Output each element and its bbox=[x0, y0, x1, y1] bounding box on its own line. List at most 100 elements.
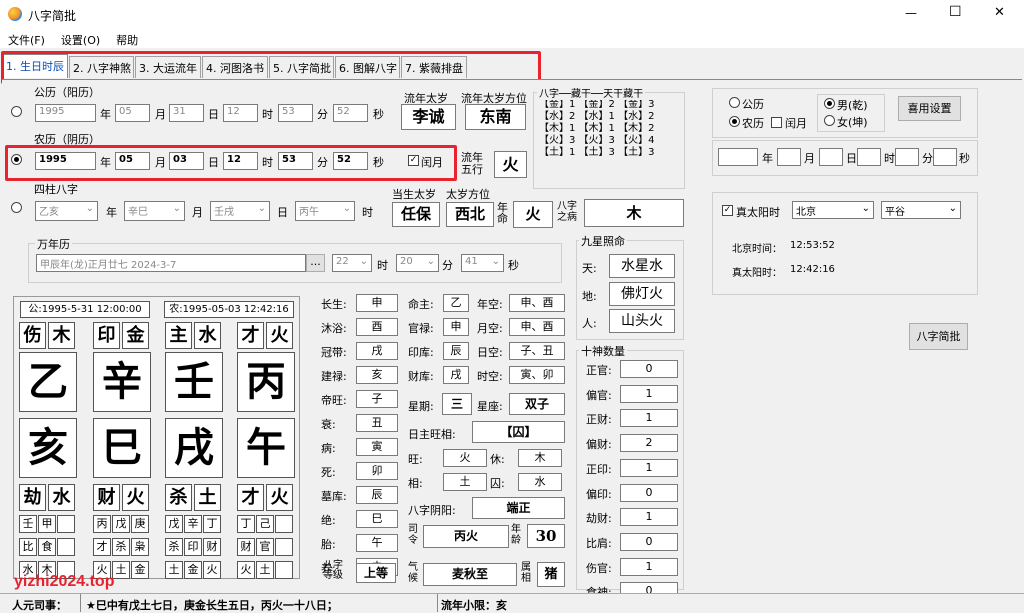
solar-sec[interactable]: 52 bbox=[333, 104, 368, 122]
right-sec[interactable] bbox=[933, 148, 957, 166]
wannian-sec[interactable]: 41 ⌄ bbox=[461, 254, 504, 272]
sizhu-month[interactable]: 辛巳 ⌄ bbox=[124, 201, 185, 221]
lunar-min[interactable]: 53 bbox=[278, 152, 313, 170]
taisui-name: 李诚 bbox=[401, 104, 456, 130]
lunar-month[interactable]: 05 bbox=[115, 152, 150, 170]
wannian-input[interactable]: 甲辰年(龙)正月廿七 2024-3-7 bbox=[36, 254, 306, 272]
changsheng-label-7: 死: bbox=[321, 466, 336, 479]
mid-value-guanlu: 申 bbox=[443, 318, 469, 336]
solar-radio[interactable] bbox=[11, 106, 22, 117]
wannian-min[interactable]: 20 ⌄ bbox=[396, 254, 439, 272]
wannian-hour[interactable]: 22 ⌄ bbox=[332, 254, 372, 272]
tab-shensha[interactable]: 2. 八字神煞 bbox=[69, 56, 134, 78]
mid-label-wang: 旺: bbox=[408, 453, 423, 466]
right-hour[interactable] bbox=[857, 148, 881, 166]
sizhu-day[interactable]: 壬戌 ⌄ bbox=[210, 201, 270, 221]
right-lunar-radio[interactable] bbox=[729, 116, 740, 127]
mid-value-xiu: 木 bbox=[518, 449, 562, 467]
bazi-jianpi-button[interactable]: 八字简批 bbox=[909, 323, 968, 350]
tiangan-2: 壬 bbox=[165, 352, 223, 412]
shishen-bot-1-a: 财 bbox=[93, 484, 120, 511]
tab-birth[interactable]: 1. 生日时辰 bbox=[2, 54, 68, 78]
female-radio[interactable] bbox=[824, 115, 835, 126]
lunar-radio[interactable] bbox=[11, 154, 22, 165]
mid-value-yinku: 辰 bbox=[443, 342, 469, 360]
shishen-top-1-b: 金 bbox=[122, 322, 149, 349]
canggan-cg1-3-0: 丁 bbox=[237, 515, 255, 533]
menu-settings[interactable]: 设置(O) bbox=[53, 30, 108, 48]
shishen-count-value-2: 1 bbox=[620, 409, 678, 428]
mid-label-yinku: 印库: bbox=[408, 346, 434, 359]
male-radio[interactable] bbox=[824, 98, 835, 109]
shishen-bot-1-b: 火 bbox=[122, 484, 149, 511]
changsheng-value-10: 午 bbox=[356, 534, 398, 552]
changsheng-label-0: 长生: bbox=[321, 298, 347, 311]
right-min[interactable] bbox=[895, 148, 919, 166]
lunar-year[interactable]: 1995 bbox=[35, 152, 96, 170]
tab-ziwei[interactable]: 7. 紫薇排盘 bbox=[401, 56, 467, 78]
tab-jianpi[interactable]: 5. 八字简批 bbox=[269, 56, 334, 78]
liunian-wuxing: 火 bbox=[494, 151, 527, 178]
canggan-cg2-0-1: 食 bbox=[38, 538, 56, 556]
right-leap-checkbox[interactable] bbox=[771, 117, 782, 128]
right-day[interactable] bbox=[819, 148, 843, 166]
shishen-count-label-4: 正印: bbox=[586, 462, 612, 476]
right-year[interactable] bbox=[718, 148, 758, 166]
lunar-sec[interactable]: 52 bbox=[333, 152, 368, 170]
minimize-button[interactable]: — bbox=[905, 6, 917, 20]
solar-day[interactable]: 31 bbox=[169, 104, 204, 122]
shishen-count-label-5: 偏印: bbox=[586, 487, 612, 501]
solar-month[interactable]: 05 bbox=[115, 104, 150, 122]
changsheng-value-7: 卯 bbox=[356, 462, 398, 480]
solar-year[interactable]: 1995 bbox=[35, 104, 96, 122]
tab-tujie[interactable]: 6. 图解八字 bbox=[335, 56, 400, 78]
canggan-cg3-2-1: 金 bbox=[184, 561, 202, 579]
lunar-day[interactable]: 03 bbox=[169, 152, 204, 170]
wannian-picker-button[interactable]: ... bbox=[306, 254, 325, 272]
right-solar-radio[interactable] bbox=[729, 97, 740, 108]
lunar-title: 农历（阴历） bbox=[34, 133, 100, 146]
mid-value-mingzhu: 乙 bbox=[443, 294, 469, 312]
sizhu-year[interactable]: 乙亥 ⌄ bbox=[35, 201, 98, 221]
leap-month-label: 闰月 bbox=[421, 156, 443, 169]
changsheng-label-8: 墓库: bbox=[321, 490, 347, 503]
xiyong-settings-button[interactable]: 喜用设置 bbox=[898, 96, 961, 121]
qihou-label: 气候 bbox=[408, 562, 418, 584]
shishen-bot-2-a: 杀 bbox=[165, 484, 192, 511]
shishen-bot-3-b: 火 bbox=[266, 484, 293, 511]
district-select[interactable]: 平谷 ⌄ bbox=[881, 201, 961, 219]
tab-hetu[interactable]: 4. 河图洛书 bbox=[202, 56, 268, 78]
close-button[interactable]: ✕ bbox=[994, 5, 1005, 20]
tiangan-0: 乙 bbox=[19, 352, 77, 412]
shuxiang-label: 属相 bbox=[521, 562, 531, 584]
xz-label: 星座: bbox=[477, 400, 503, 413]
canggan-cg1-1-1: 戊 bbox=[112, 515, 130, 533]
sizhu-hour[interactable]: 丙午 ⌄ bbox=[295, 201, 355, 221]
sizhu-radio[interactable] bbox=[11, 202, 22, 213]
canggan-cg1-2-0: 戊 bbox=[165, 515, 183, 533]
canggan-cg3-3-0: 火 bbox=[237, 561, 255, 579]
tab-dayun[interactable]: 3. 大运流年 bbox=[135, 56, 201, 78]
shishen-count-value-7: 0 bbox=[620, 532, 678, 551]
canggan-cg1-3-2 bbox=[275, 515, 293, 533]
qihou-value: 麦秋至 bbox=[423, 563, 517, 586]
changsheng-value-6: 寅 bbox=[356, 438, 398, 456]
menu-file[interactable]: 文件(F) bbox=[0, 30, 53, 48]
solar-hour[interactable]: 12 bbox=[223, 104, 258, 122]
shishen-count-label-0: 正官: bbox=[586, 364, 612, 377]
changsheng-value-8: 辰 bbox=[356, 486, 398, 504]
right-month[interactable] bbox=[777, 148, 801, 166]
canggan-cg3-2-2: 火 bbox=[203, 561, 221, 579]
mid-value-qiu: 水 bbox=[518, 473, 562, 491]
city-select[interactable]: 北京 ⌄ bbox=[792, 201, 874, 219]
chart-solar-label: 公:1995-5-31 12:00:00 bbox=[20, 301, 150, 318]
shishen-bot-3-a: 才 bbox=[237, 484, 264, 511]
menu-help[interactable]: 帮助 bbox=[108, 30, 146, 48]
true-sun-checkbox[interactable]: ✓ bbox=[722, 205, 733, 216]
maximize-button[interactable]: ☐ bbox=[949, 4, 962, 20]
lunar-hour[interactable]: 12 bbox=[223, 152, 258, 170]
canggan-cg2-3-1: 官 bbox=[256, 538, 274, 556]
shishen-count-value-6: 1 bbox=[620, 508, 678, 527]
leap-month-checkbox[interactable]: ✓ bbox=[408, 155, 419, 166]
solar-min[interactable]: 53 bbox=[278, 104, 313, 122]
